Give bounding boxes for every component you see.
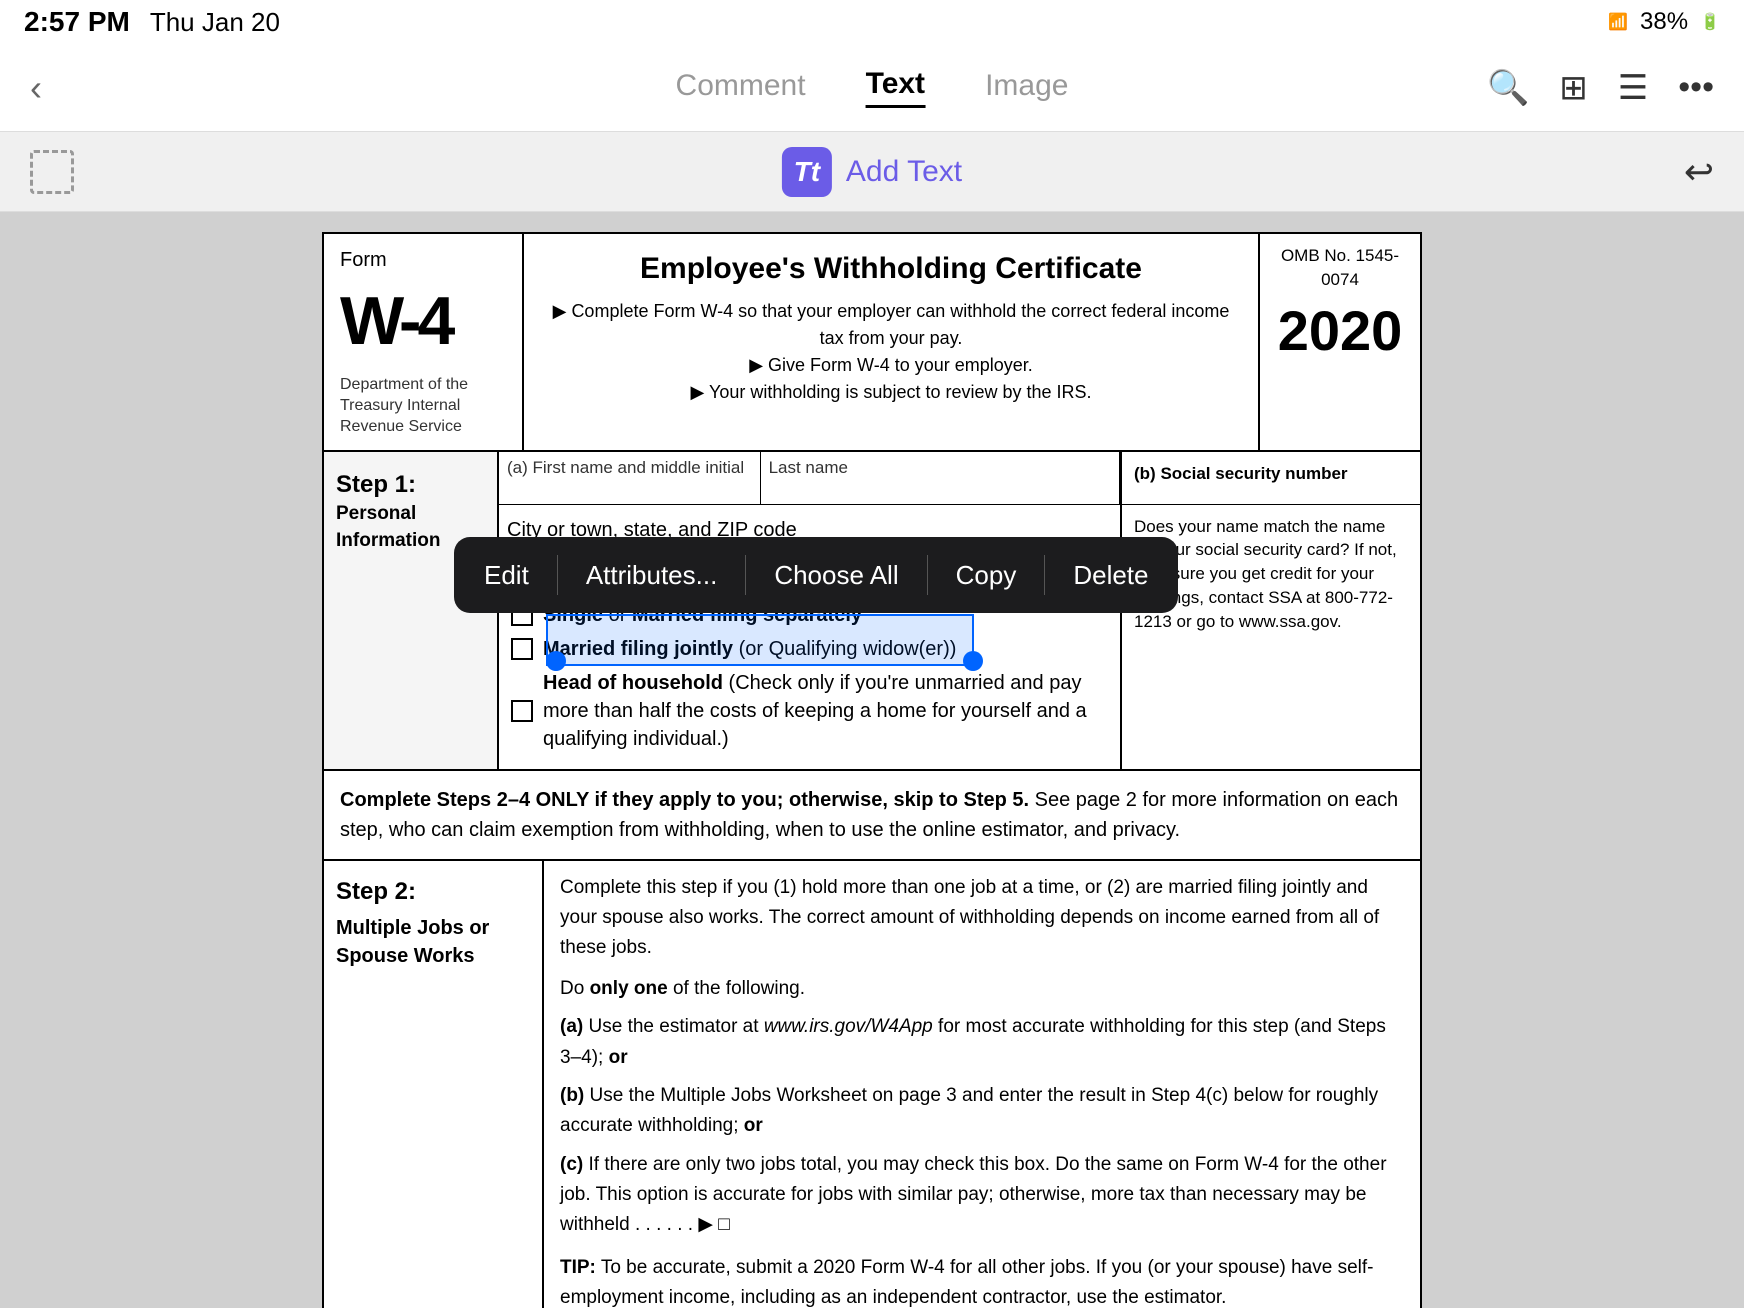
step2-intro: Complete this step if you (1) hold more …	[560, 873, 1404, 964]
filing-option-3-label: Head of household (Check only if you're …	[543, 669, 1108, 753]
w4-logo-section: Form W-4 Department of the Treasury Inte…	[324, 234, 524, 450]
toolbar: ‹ Comment Text Image 🔍 ⊞ ☰ •••	[0, 44, 1744, 132]
document-area: Form W-4 Department of the Treasury Inte…	[0, 212, 1744, 1308]
filing-option-3[interactable]: Head of household (Check only if you're …	[511, 669, 1108, 753]
field-b-label: (b) Social security number	[1134, 462, 1408, 486]
selection-handle-left[interactable]	[546, 651, 566, 671]
w4-instruction-2: ▶ Give Form W-4 to your employer.	[544, 352, 1238, 379]
status-left: 2:57 PM Thu Jan 20	[24, 6, 280, 38]
omb-text: OMB No. 1545-0074	[1270, 244, 1410, 292]
add-text-bar: Tt Add Text ↩	[0, 132, 1744, 212]
menu-divider-3	[927, 555, 928, 595]
form-label: Form	[340, 246, 506, 274]
step2-opt-c: (c) If there are only two jobs total, yo…	[560, 1150, 1404, 1241]
step2-label-box: Step 2: Multiple Jobs or Spouse Works	[324, 861, 544, 1308]
menu-divider-4	[1044, 555, 1045, 595]
tab-text[interactable]: Text	[866, 67, 925, 108]
w4-year-section: OMB No. 1545-0074 2020	[1260, 234, 1420, 450]
last-name-label: Last name	[769, 456, 1111, 480]
status-right: 📶 38% 🔋	[1608, 8, 1720, 36]
selection-highlight	[546, 614, 974, 666]
first-name-value[interactable]	[507, 479, 752, 483]
status-time: 2:57 PM	[24, 6, 130, 38]
toolbar-right: 🔍 ⊞ ☰ •••	[1487, 68, 1714, 108]
last-name-field: Last name	[761, 452, 1120, 504]
context-menu: Edit Attributes... Choose All Copy Delet…	[454, 537, 1178, 613]
undo-button[interactable]: ↩	[1684, 151, 1714, 193]
w4-department: Department of the Treasury Internal Reve…	[340, 375, 506, 437]
checkbox-head-of-household[interactable]	[511, 700, 533, 722]
tab-comment[interactable]: Comment	[676, 69, 806, 107]
list-icon[interactable]: ☰	[1618, 68, 1648, 108]
more-icon[interactable]: •••	[1678, 68, 1714, 107]
add-text-label[interactable]: Add Text	[846, 155, 962, 189]
step2-tip: TIP: To be accurate, submit a 2020 Form …	[560, 1253, 1404, 1308]
selection-corner-icon	[30, 150, 74, 194]
step2-section: Step 2: Multiple Jobs or Spouse Works Co…	[322, 861, 1422, 1308]
w4-document: Form W-4 Department of the Treasury Inte…	[322, 232, 1422, 1308]
step2-do-text: Do only one of the following.	[560, 974, 1404, 1004]
search-icon[interactable]: 🔍	[1487, 68, 1529, 108]
step2-opt-a: (a) Use the estimator at www.irs.gov/W4A…	[560, 1012, 1404, 1073]
w4-main-title: Employee's Withholding Certificate	[544, 248, 1238, 290]
w4-number: W-4	[340, 274, 506, 369]
year-number: 2020	[1270, 292, 1410, 370]
status-date: Thu Jan 20	[150, 7, 280, 38]
checkbox-married-jointly[interactable]	[511, 638, 533, 660]
w4-instruction-1: ▶ Complete Form W-4 so that your employe…	[544, 298, 1238, 352]
field-a-label: (a) First name and middle initial	[507, 456, 752, 480]
menu-divider-1	[557, 555, 558, 595]
steps-complete-note: Complete Steps 2–4 ONLY if they apply to…	[322, 771, 1422, 861]
attributes-button[interactable]: Attributes...	[562, 547, 742, 603]
menu-divider-2	[745, 555, 746, 595]
w4-header: Form W-4 Department of the Treasury Inte…	[322, 232, 1422, 452]
tab-image[interactable]: Image	[985, 69, 1068, 107]
first-name-field: (a) First name and middle initial	[499, 452, 761, 504]
delete-button[interactable]: Delete	[1049, 547, 1172, 603]
w4-title-section: Employee's Withholding Certificate ▶ Com…	[524, 234, 1260, 450]
battery-icon: 🔋	[1700, 12, 1720, 32]
step2-content: Complete this step if you (1) hold more …	[544, 861, 1420, 1308]
ssn-field: (b) Social security number	[1120, 452, 1420, 504]
choose-all-button[interactable]: Choose All	[750, 547, 922, 603]
grid-icon[interactable]: ⊞	[1559, 68, 1588, 108]
text-tool-icon-label: Tt	[794, 156, 820, 188]
name-fields-row: (a) First name and middle initial Last n…	[499, 452, 1420, 505]
wifi-icon: 📶	[1608, 12, 1628, 32]
step2-title: Step 2:	[336, 875, 530, 909]
tab-group: Comment Text Image	[676, 67, 1069, 108]
step2-opt-b: (b) Use the Multiple Jobs Worksheet on p…	[560, 1081, 1404, 1142]
copy-button[interactable]: Copy	[932, 547, 1041, 603]
status-bar: 2:57 PM Thu Jan 20 📶 38% 🔋	[0, 0, 1744, 44]
step2-subtitle: Multiple Jobs or Spouse Works	[336, 914, 530, 970]
last-name-value[interactable]	[769, 479, 1111, 483]
w4-instruction-3: ▶ Your withholding is subject to review …	[544, 379, 1238, 406]
steps-note-text: Complete Steps 2–4 ONLY if they apply to…	[340, 789, 1398, 841]
add-text-icon: Tt	[782, 147, 832, 197]
back-button[interactable]: ‹	[30, 67, 42, 109]
toolbar-left: ‹	[30, 67, 42, 109]
step1-title: Step 1:	[336, 468, 416, 502]
add-text-center: Tt Add Text	[782, 147, 962, 197]
selection-handle-right[interactable]	[963, 651, 983, 671]
battery-indicator: 38%	[1640, 8, 1688, 36]
edit-button[interactable]: Edit	[460, 547, 553, 603]
